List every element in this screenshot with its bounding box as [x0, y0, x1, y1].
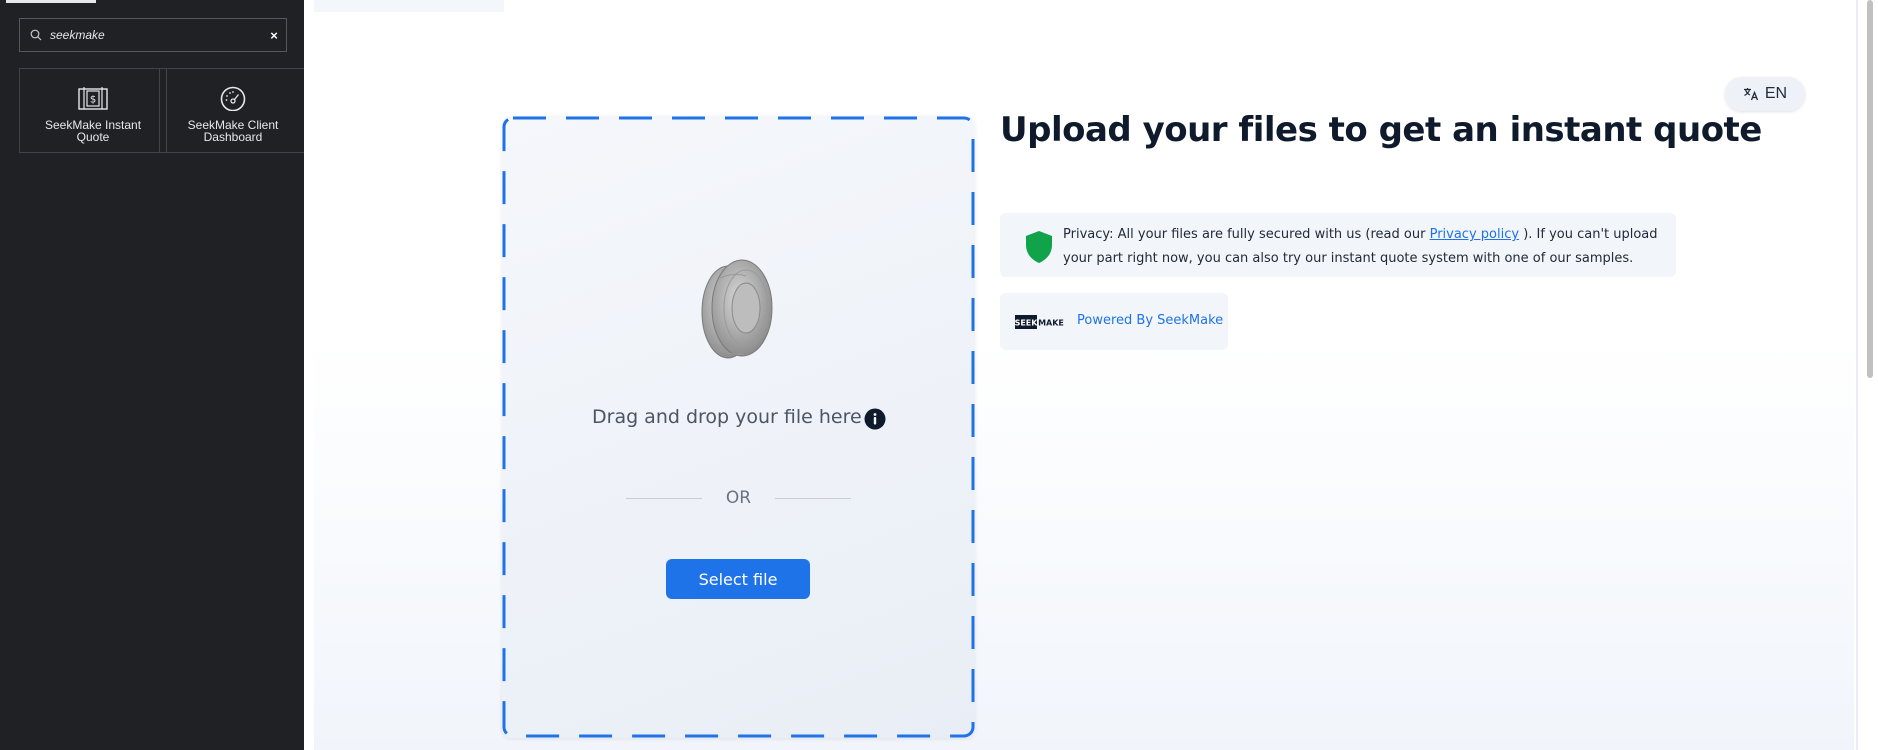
privacy-text: Privacy: All your files are fully secure… — [1063, 223, 1669, 271]
shield-icon — [1026, 231, 1052, 263]
or-divider-right — [775, 498, 851, 499]
powered-by-box: SEEK MAKE Powered By SeekMake — [1000, 293, 1228, 350]
dashboard-gauge-icon — [218, 85, 248, 111]
powered-by-link[interactable]: Powered By SeekMake — [1077, 313, 1223, 328]
translate-icon — [1743, 88, 1758, 101]
or-label: OR — [725, 488, 752, 508]
widget-seekmake-instant-quote[interactable]: $ SeekMake Instant Quote — [19, 68, 167, 153]
widget-label: SeekMake Instant Quote — [44, 118, 142, 144]
header-strip — [314, 0, 504, 12]
info-icon[interactable] — [864, 408, 886, 430]
widget-label: SeekMake Client Dashboard — [187, 118, 279, 144]
editor-panel: × $ SeekMake Instant Quote SeekMake Clie… — [0, 0, 307, 750]
svg-text:MAKE: MAKE — [1038, 319, 1064, 328]
3d-part-image — [701, 259, 773, 359]
clear-search-icon[interactable]: × — [262, 28, 286, 43]
instant-quote-icon: $ — [78, 85, 108, 111]
widget-search-box[interactable]: × — [19, 18, 287, 52]
page-title: Upload your files to get an instant quot… — [1000, 110, 1762, 150]
privacy-notice: Privacy: All your files are fully secure… — [1000, 213, 1676, 277]
drop-instructions: Drag and drop your file here — [592, 406, 862, 428]
page-preview: EN Drag and drop your file here OR Selec… — [304, 0, 1878, 750]
widget-seekmake-client-dashboard[interactable]: SeekMake Client Dashboard — [159, 68, 307, 153]
seekmake-logo[interactable]: SEEK MAKE — [1015, 314, 1065, 330]
scrollbar-thumb[interactable] — [1867, 0, 1873, 378]
svg-text:$: $ — [90, 95, 96, 106]
file-dropzone[interactable]: Drag and drop your file here OR Select f… — [502, 116, 975, 738]
privacy-policy-link[interactable]: Privacy policy — [1430, 227, 1519, 242]
search-icon — [30, 28, 44, 42]
widget-search-input[interactable] — [50, 28, 262, 42]
select-file-button[interactable]: Select file — [666, 559, 810, 599]
language-code: EN — [1764, 85, 1788, 102]
svg-text:SEEK: SEEK — [1015, 319, 1038, 328]
active-tab-indicator — [6, 0, 96, 3]
preview-edge — [1856, 0, 1858, 750]
language-switcher[interactable]: EN — [1725, 77, 1805, 111]
privacy-text-part: Privacy: All your files are fully secure… — [1063, 227, 1430, 242]
